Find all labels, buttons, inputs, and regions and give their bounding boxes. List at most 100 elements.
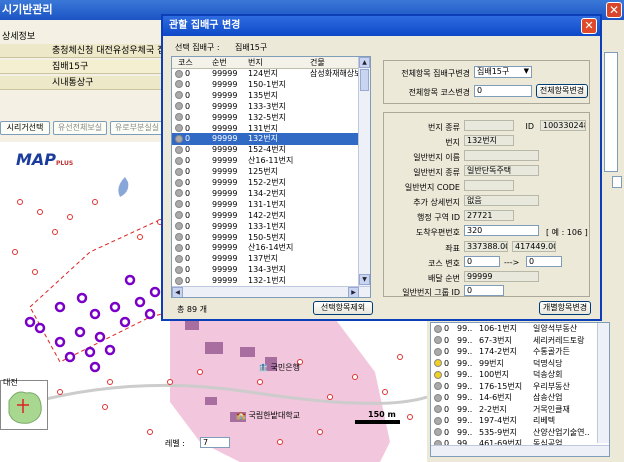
grid-body: 0 99999 124번지 삼성화재해상보 0 99999 150-1번지 0 99999 135… (172, 68, 362, 286)
list-cell-course-text: 0 (444, 404, 450, 414)
right-list-hscroll[interactable] (431, 445, 609, 456)
list-item[interactable]: 0 99.. 197-4번지 리베텍 (431, 415, 599, 427)
coord-x-field[interactable]: 337388.00 (464, 241, 508, 252)
grid-cell-seq: 99999 (212, 90, 238, 100)
school-label-text: 국립한밭대학교 (248, 411, 301, 420)
grid-row[interactable]: 0 99999 125번지 (172, 166, 360, 177)
grid-row[interactable]: 0 99999 133-3번지 (172, 101, 360, 112)
exclude-selected-button[interactable]: 선택항목제외 (313, 301, 373, 315)
grid-row[interactable]: 0 99999 150-1번지 (172, 79, 360, 90)
list-item[interactable]: 0 99.. 67-3번지 세리커레드토랑 (431, 335, 599, 347)
list-item[interactable]: 0 99.. 99번지 덕명식당 (431, 358, 599, 370)
general-kind-field[interactable]: 일반단독주택 (464, 165, 539, 176)
grid-row[interactable]: 0 99999 134-2번지 (172, 188, 360, 199)
grid-vscrollbar[interactable]: ▲ ▼ (358, 57, 370, 286)
select-button[interactable]: 시리거선택 (0, 121, 50, 135)
list-item[interactable]: 0 99.. 2-2번지 거목인클재 (431, 404, 599, 416)
col-course[interactable]: 코스 (178, 57, 193, 68)
grid-row[interactable]: 0 99999 137번지 (172, 253, 360, 264)
grid-scroll-right[interactable]: ▶ (348, 287, 359, 297)
grid-row[interactable]: 0 99999 산16-14번지 (172, 242, 360, 253)
list-item[interactable]: 0 99.. 174-2번지 수통골가든 (431, 346, 599, 358)
grid-hscrollbar[interactable]: ◀ ▶ (172, 286, 370, 297)
bunji-kind-field[interactable] (464, 120, 514, 131)
list-cell-name: 덕명식당 (533, 358, 563, 368)
grid-cell-seq: 99999 (212, 221, 238, 231)
point-icon (175, 178, 183, 187)
right-scrollbar[interactable] (604, 52, 618, 172)
list-cell-name: 리베텍 (533, 416, 556, 425)
bank-label: 🏦 국민은행 (258, 363, 300, 372)
grid-row[interactable]: 0 99999 152-4번지 (172, 144, 360, 155)
list-item[interactable]: 0 99.. 100번지 덕송상회 (431, 369, 599, 381)
postal-field[interactable]: 320 (464, 225, 539, 236)
grid-row[interactable]: 0 99999 150-5번지 (172, 232, 360, 243)
list-item[interactable]: 0 99.. 176-15번지 우리부동산 (431, 381, 599, 393)
course-from-field[interactable]: 0 (464, 256, 500, 267)
grid-row[interactable]: 0 99999 124번지 삼성화재해상보 (172, 68, 362, 79)
col-seq[interactable]: 순번 (212, 57, 227, 68)
app-close-button[interactable]: ✕ (606, 2, 622, 18)
grid-row[interactable]: 0 99999 142-2번지 (172, 210, 360, 221)
right-list[interactable]: 0 99.. 106-1번지 일양석부동산 0 99.. 67-3번지 세리커레드토랑 0 99.… (430, 322, 610, 457)
grid-scroll-down[interactable]: ▼ (359, 274, 370, 285)
grid-row[interactable]: 0 99999 산16-11번지 (172, 155, 360, 166)
level-value[interactable]: 7 (200, 437, 230, 448)
point-icon (175, 233, 183, 241)
address-grid[interactable]: 코스 순번 번지 건물 0 99999 124번지 삼성화재해상보 0 99999 150-… (171, 56, 371, 298)
general-name-field[interactable] (464, 150, 539, 161)
grid-cell-course: 0 (175, 90, 190, 101)
coord-y-field[interactable]: 417449.00 (512, 241, 556, 252)
grid-row[interactable]: 0 99999 152-2번지 (172, 177, 360, 188)
grid-cell-bunji: 134-3번지 (248, 265, 286, 275)
grid-scroll-up[interactable]: ▲ (359, 57, 370, 68)
col-bunji[interactable]: 번지 (248, 57, 263, 68)
grid-scroll-left[interactable]: ◀ (172, 287, 183, 297)
partial-select-button[interactable]: 유로부분실실 (110, 121, 164, 135)
grid-scroll-thumb[interactable] (360, 69, 369, 91)
grid-cell-seq: 99999 (212, 265, 238, 275)
building (205, 342, 223, 354)
selected-zone-label: 선택 집배구 : (175, 43, 220, 52)
admin-area-field[interactable]: 27721 (464, 210, 514, 221)
all-select-button[interactable]: 유선전체보실 (53, 121, 107, 135)
delivery-seq-field[interactable]: 99999 (464, 271, 539, 282)
bulk-change-button[interactable]: 전체항목변경 (536, 84, 588, 98)
dialog-close-button[interactable]: ✕ (581, 18, 597, 34)
grid-cell-course-text: 0 (185, 188, 191, 198)
grid-row[interactable]: 0 99999 132-5번지 (172, 112, 360, 123)
grid-row[interactable]: 0 99999 135번지 (172, 90, 360, 101)
grid-cell-course-text: 0 (185, 156, 191, 166)
right-handle[interactable] (612, 176, 622, 188)
course-to-field[interactable]: 0 (526, 256, 562, 267)
bulk-zone-select[interactable]: 집배15구 ▼ (474, 66, 532, 78)
map-logo-sub: PLUS (56, 160, 74, 167)
grid-row[interactable]: 0 99999 134-3번지 (172, 264, 360, 275)
col-building[interactable]: 건물 (310, 57, 325, 68)
minimap[interactable]: 대전 (0, 378, 48, 430)
bulk-course-input[interactable]: 0 (474, 85, 532, 97)
school-label: 🏫 국립한밭대학교 (236, 411, 301, 420)
id-label: ID (525, 122, 534, 131)
grid-row[interactable]: 0 99999 133-1번지 (172, 221, 360, 232)
point-icon (175, 254, 183, 263)
grid-row[interactable]: 0 99999 131번지 (172, 123, 360, 134)
general-code-field[interactable] (464, 180, 514, 191)
delivery-points (24, 274, 161, 373)
right-list-scrollbar[interactable] (597, 323, 609, 443)
list-item[interactable]: 0 99.. 106-1번지 일양석부동산 (431, 323, 599, 335)
grid-cell-bunji: 142-2번지 (248, 210, 286, 220)
group-id-field[interactable]: 0 (464, 285, 504, 296)
grid-row[interactable]: 0 99999 132번지 (172, 133, 360, 145)
list-item[interactable]: 0 99.. 535-9번지 산양산업기술연.. (431, 427, 599, 439)
grid-row[interactable]: 0 99999 131-1번지 (172, 199, 360, 210)
bunji-field[interactable]: 132번지 (464, 135, 514, 146)
list-item[interactable]: 0 99.. 14-6번지 삼송산업 (431, 392, 599, 404)
grid-row[interactable]: 0 99999 132-1번지 (172, 275, 360, 286)
grid-cell-bunji: 132-1번지 (248, 276, 286, 286)
individual-change-button[interactable]: 개별항목변경 (539, 301, 591, 315)
grid-cell-course-text: 0 (185, 79, 191, 89)
id-field[interactable]: 100330248 (540, 120, 586, 131)
list-cell-seq: 99.. (457, 358, 473, 368)
extra-detail-field[interactable]: 없음 (464, 195, 539, 206)
